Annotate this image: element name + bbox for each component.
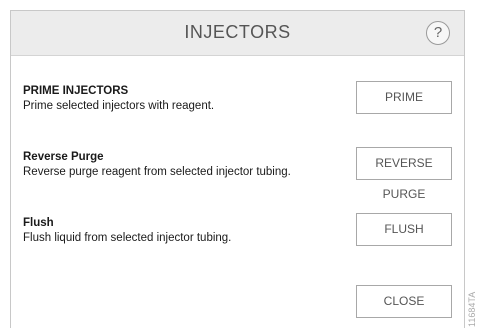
injectors-dialog: INJECTORS ? PRIME INJECTORS Prime select… xyxy=(10,10,465,328)
flush-row: Flush Flush liquid from selected injecto… xyxy=(23,213,452,255)
prime-button[interactable]: PRIME xyxy=(356,81,452,114)
reverse-purge-description: Reverse purge reagent from selected inje… xyxy=(23,166,291,178)
reverse-purge-row: Reverse Purge Reverse purge reagent from… xyxy=(23,147,452,201)
flush-button[interactable]: FLUSH xyxy=(356,213,452,246)
figure-id-label: 11684TA xyxy=(467,291,477,327)
dialog-header: INJECTORS ? xyxy=(11,11,464,56)
prime-injectors-row: PRIME INJECTORS Prime selected injectors… xyxy=(23,81,452,123)
flush-heading: Flush xyxy=(23,217,54,229)
help-button[interactable]: ? xyxy=(426,21,450,45)
prime-injectors-description: Prime selected injectors with reagent. xyxy=(23,100,215,112)
flush-description: Flush liquid from selected injector tubi… xyxy=(23,232,232,244)
reverse-purge-button[interactable]: REVERSE PURGE xyxy=(356,147,452,201)
prime-injectors-heading: PRIME INJECTORS xyxy=(23,85,129,97)
close-button[interactable]: CLOSE xyxy=(356,285,452,318)
reverse-purge-heading: Reverse Purge xyxy=(23,151,104,163)
dialog-title: INJECTORS xyxy=(184,22,291,42)
